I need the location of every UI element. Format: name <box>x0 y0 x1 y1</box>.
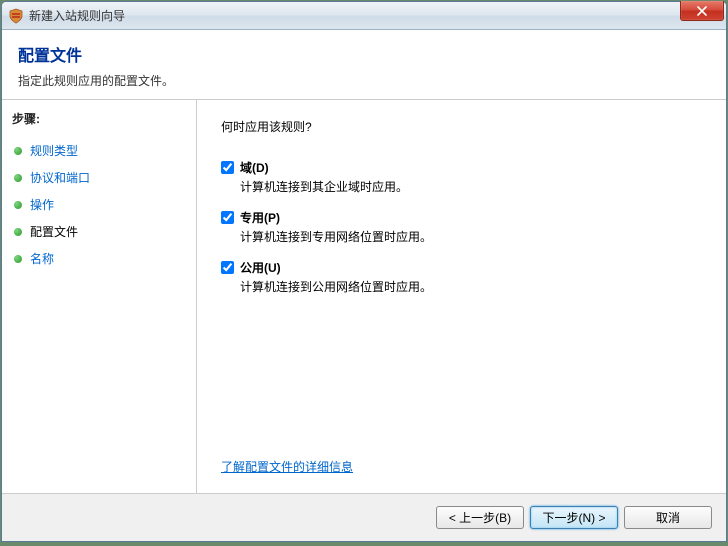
step-profile: 配置文件 <box>12 218 186 245</box>
checkbox-description: 计算机连接到公用网络位置时应用。 <box>240 278 702 295</box>
step-label: 配置文件 <box>30 223 78 240</box>
checkbox-domain[interactable] <box>221 161 234 174</box>
close-icon <box>697 6 707 16</box>
steps-panel: 步骤: 规则类型 协议和端口 操作 配置文件 名称 <box>2 100 197 493</box>
learn-more-link-container: 了解配置文件的详细信息 <box>221 458 353 475</box>
wizard-body: 步骤: 规则类型 协议和端口 操作 配置文件 名称 何 <box>2 100 726 493</box>
wizard-footer: < 上一步(B) 下一步(N) > 取消 <box>2 493 726 541</box>
firewall-icon <box>8 8 24 24</box>
checkbox-description: 计算机连接到其企业域时应用。 <box>240 178 702 195</box>
option-domain: 域(D) 计算机连接到其企业域时应用。 <box>221 159 702 195</box>
titlebar: 新建入站规则向导 <box>2 2 726 30</box>
close-button[interactable] <box>680 1 724 21</box>
checkbox-private[interactable] <box>221 211 234 224</box>
step-bullet-icon <box>14 255 22 263</box>
content-question: 何时应用该规则? <box>221 118 702 135</box>
content-panel: 何时应用该规则? 域(D) 计算机连接到其企业域时应用。 专用(P) 计算机连接… <box>197 100 726 493</box>
learn-more-link[interactable]: 了解配置文件的详细信息 <box>221 460 353 474</box>
wizard-window: 新建入站规则向导 配置文件 指定此规则应用的配置文件。 步骤: 规则类型 协议和… <box>1 1 727 542</box>
step-action[interactable]: 操作 <box>12 191 186 218</box>
step-name[interactable]: 名称 <box>12 245 186 272</box>
step-bullet-icon <box>14 201 22 209</box>
step-rule-type[interactable]: 规则类型 <box>12 137 186 164</box>
checkbox-label: 域(D) <box>240 159 269 176</box>
step-label: 名称 <box>30 250 54 267</box>
window-title: 新建入站规则向导 <box>29 7 125 24</box>
step-label: 协议和端口 <box>30 169 90 186</box>
checkbox-description: 计算机连接到专用网络位置时应用。 <box>240 228 702 245</box>
option-private: 专用(P) 计算机连接到专用网络位置时应用。 <box>221 209 702 245</box>
step-bullet-icon <box>14 228 22 236</box>
option-public: 公用(U) 计算机连接到公用网络位置时应用。 <box>221 259 702 295</box>
page-title: 配置文件 <box>18 42 710 66</box>
step-bullet-icon <box>14 147 22 155</box>
step-bullet-icon <box>14 174 22 182</box>
checkbox-public[interactable] <box>221 261 234 274</box>
back-button[interactable]: < 上一步(B) <box>436 506 524 529</box>
page-subtitle: 指定此规则应用的配置文件。 <box>18 72 710 89</box>
checkbox-label: 专用(P) <box>240 209 280 226</box>
steps-heading: 步骤: <box>12 110 186 127</box>
step-label: 规则类型 <box>30 142 78 159</box>
checkbox-label: 公用(U) <box>240 259 281 276</box>
cancel-button[interactable]: 取消 <box>624 506 712 529</box>
step-protocol-ports[interactable]: 协议和端口 <box>12 164 186 191</box>
step-label: 操作 <box>30 196 54 213</box>
wizard-header: 配置文件 指定此规则应用的配置文件。 <box>2 30 726 100</box>
next-button[interactable]: 下一步(N) > <box>530 506 618 529</box>
